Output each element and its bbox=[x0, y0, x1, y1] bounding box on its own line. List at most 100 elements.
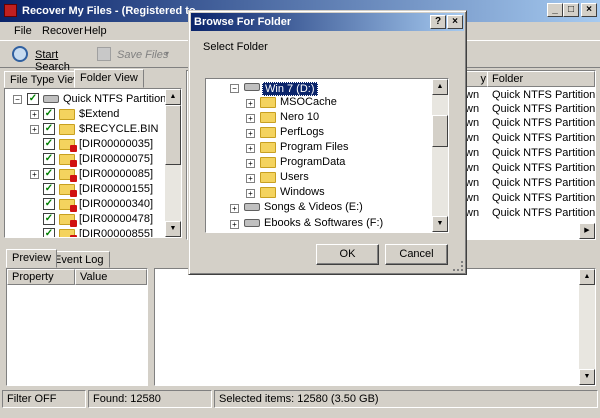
tree-item-label: [DIR00000855] bbox=[79, 228, 153, 238]
tree-item-label: [DIR00000478] bbox=[79, 213, 153, 225]
tree-item-checkbox[interactable]: ✓ bbox=[43, 108, 55, 120]
resize-grip-icon[interactable] bbox=[453, 261, 463, 271]
tree-item-label: $Extend bbox=[79, 108, 120, 120]
tab-preview[interactable]: Preview bbox=[6, 249, 58, 268]
folder-icon bbox=[260, 97, 276, 108]
list-cell-folder[interactable]: Quick NTFS Partition bbox=[492, 132, 595, 146]
list-cell: wn bbox=[465, 89, 480, 101]
scroll-thumb[interactable] bbox=[432, 115, 448, 147]
column-header-property[interactable]: Property bbox=[7, 269, 75, 285]
maximize-button[interactable]: □ bbox=[563, 3, 579, 17]
expand-icon[interactable]: + bbox=[246, 129, 255, 138]
tab-event-log[interactable]: Event Log bbox=[48, 251, 110, 268]
drive-icon bbox=[43, 95, 59, 103]
save-icon bbox=[97, 47, 111, 61]
expand-icon[interactable]: + bbox=[246, 144, 255, 153]
save-files-button[interactable]: Save Files ▾ bbox=[95, 45, 175, 65]
tab-folder-view[interactable]: Folder View bbox=[74, 69, 144, 88]
scroll-up-icon[interactable]: ▲ bbox=[432, 79, 448, 95]
scroll-thumb[interactable] bbox=[165, 105, 181, 165]
expand-icon[interactable]: + bbox=[30, 170, 39, 179]
status-found: Found: 12580 bbox=[88, 390, 212, 408]
root-checkbox[interactable]: ✓ bbox=[27, 93, 39, 105]
list-cell-folder[interactable]: Quick NTFS Partition bbox=[492, 89, 595, 103]
tree-item-checkbox[interactable]: ✓ bbox=[43, 213, 55, 225]
save-files-label: Save Files bbox=[117, 49, 169, 61]
list-cell-folder[interactable]: Quick NTFS Partition bbox=[492, 177, 595, 191]
column-header-folder[interactable]: Folder bbox=[487, 71, 595, 87]
folder-browser-tree: − Win 7 (D:) + MSOCache + Nero 10 + Perf… bbox=[205, 78, 449, 233]
folder-item-label[interactable]: Nero 10 bbox=[280, 111, 319, 123]
collapse-icon[interactable]: − bbox=[13, 95, 22, 104]
tree-item-label: $RECYCLE.BIN bbox=[79, 123, 159, 135]
ok-button[interactable]: OK bbox=[316, 244, 379, 265]
tree-scrollbar[interactable]: ▲ ▼ bbox=[165, 89, 181, 237]
expand-icon[interactable]: + bbox=[30, 110, 39, 119]
dialog-tree-scrollbar[interactable]: ▲ ▼ bbox=[432, 79, 448, 232]
folder-item-label[interactable]: PerfLogs bbox=[280, 126, 324, 138]
scroll-up-icon[interactable]: ▲ bbox=[579, 269, 595, 285]
scroll-right-icon[interactable]: ▶ bbox=[579, 223, 595, 239]
expand-icon[interactable]: + bbox=[246, 159, 255, 168]
expand-icon[interactable]: + bbox=[230, 220, 239, 229]
dialog-close-button[interactable]: × bbox=[447, 15, 463, 29]
list-cell: wn bbox=[465, 162, 480, 174]
dialog-prompt: Select Folder bbox=[203, 41, 268, 53]
list-cell-folder[interactable]: Quick NTFS Partition bbox=[492, 162, 595, 176]
tree-item-checkbox[interactable]: ✓ bbox=[43, 168, 55, 180]
expand-icon[interactable]: + bbox=[246, 189, 255, 198]
deleted-folder-icon bbox=[59, 229, 77, 237]
list-cell-folder[interactable]: Quick NTFS Partition bbox=[492, 192, 595, 206]
app-icon bbox=[4, 4, 17, 17]
expand-icon[interactable]: + bbox=[230, 204, 239, 213]
list-cell-folder[interactable]: Quick NTFS Partition bbox=[492, 147, 595, 161]
deleted-folder-icon bbox=[59, 154, 77, 167]
tree-item-checkbox[interactable]: ✓ bbox=[43, 138, 55, 150]
folder-icon bbox=[260, 142, 276, 153]
scroll-down-icon[interactable]: ▼ bbox=[432, 216, 448, 232]
folder-icon bbox=[260, 112, 276, 123]
drive-item-label[interactable]: Ebooks & Softwares (F:) bbox=[264, 217, 383, 229]
tree-item-label: [DIR00000085] bbox=[79, 168, 153, 180]
folder-item-label[interactable]: Windows bbox=[280, 186, 325, 198]
scroll-down-icon[interactable]: ▼ bbox=[579, 369, 595, 385]
expand-icon[interactable]: + bbox=[246, 99, 255, 108]
menu-recover[interactable]: Recover bbox=[42, 25, 83, 37]
scroll-down-icon[interactable]: ▼ bbox=[165, 221, 181, 237]
tree-item-label: [DIR00000155] bbox=[79, 183, 153, 195]
list-cell-folder[interactable]: Quick NTFS Partition bbox=[492, 117, 595, 131]
folder-item-label[interactable]: MSOCache bbox=[280, 96, 337, 108]
list-cell: wn bbox=[465, 147, 480, 159]
tree-item-checkbox[interactable]: ✓ bbox=[43, 153, 55, 165]
scroll-up-icon[interactable]: ▲ bbox=[165, 89, 181, 105]
close-button[interactable]: × bbox=[581, 3, 597, 17]
drive-item-label[interactable]: Songs & Videos (E:) bbox=[264, 201, 363, 213]
deleted-folder-icon bbox=[59, 139, 77, 152]
folder-icon bbox=[59, 124, 75, 135]
folder-item-label[interactable]: Users bbox=[280, 171, 309, 183]
menu-file[interactable]: File bbox=[14, 25, 32, 37]
preview-scrollbar[interactable]: ▲ ▼ bbox=[579, 269, 595, 385]
minimize-button[interactable]: _ bbox=[547, 3, 563, 17]
expand-icon[interactable]: + bbox=[246, 114, 255, 123]
tree-item-checkbox[interactable]: ✓ bbox=[43, 198, 55, 210]
expand-icon[interactable]: + bbox=[246, 174, 255, 183]
menu-help[interactable]: Help bbox=[84, 25, 107, 37]
deleted-folder-icon bbox=[59, 169, 77, 182]
start-search-button[interactable]: Start Search bbox=[10, 45, 90, 73]
cancel-button[interactable]: Cancel bbox=[385, 244, 448, 265]
folder-item-label[interactable]: Program Files bbox=[280, 141, 348, 153]
folder-item-label[interactable]: ProgramData bbox=[280, 156, 345, 168]
tree-item-checkbox[interactable]: ✓ bbox=[43, 123, 55, 135]
tree-item-checkbox[interactable]: ✓ bbox=[43, 183, 55, 195]
list-cell-folder[interactable]: Quick NTFS Partition bbox=[492, 207, 595, 221]
help-button[interactable]: ? bbox=[430, 15, 446, 29]
tree-item-checkbox[interactable]: ✓ bbox=[43, 228, 55, 237]
list-cell-folder[interactable]: Quick NTFS Partition bbox=[492, 103, 595, 117]
expand-icon[interactable]: + bbox=[30, 125, 39, 134]
list-cell: wn bbox=[465, 132, 480, 144]
collapse-icon[interactable]: − bbox=[230, 84, 239, 93]
list-cell: wn bbox=[465, 177, 480, 189]
column-header-value[interactable]: Value bbox=[75, 269, 147, 285]
selected-drive-label[interactable]: Win 7 (D:) bbox=[262, 82, 318, 96]
